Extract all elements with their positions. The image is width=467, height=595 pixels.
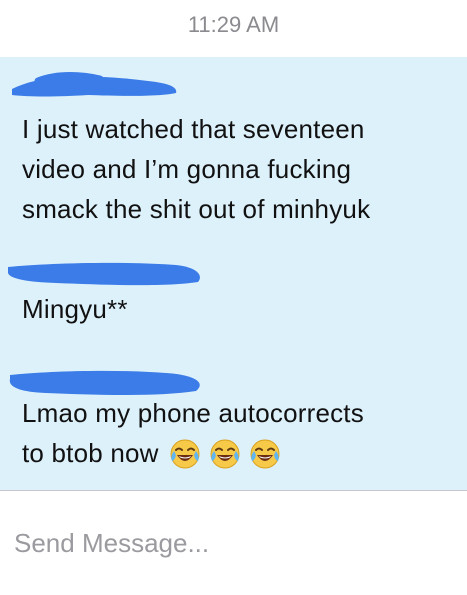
message-text: Lmao my phone autocorrects to btob now [22, 393, 457, 473]
face-with-tears-of-joy-icon [210, 439, 240, 469]
message-text: Mingyu** [22, 289, 457, 329]
redacted-sender-name [6, 255, 206, 289]
message-item: I just watched that seventeen video and … [0, 57, 467, 227]
send-message-input[interactable] [14, 521, 454, 565]
message-line: video and I’m gonna fucking [22, 154, 352, 184]
message-thread: I just watched that seventeen video and … [0, 57, 467, 490]
message-line: I just watched that seventeen [22, 114, 365, 144]
message-line: Lmao my phone autocorrects [22, 398, 364, 428]
emoji-row [169, 438, 289, 472]
message-item: Mingyu** [0, 247, 467, 347]
message-line: to btob now [22, 433, 457, 473]
message-text: I just watched that seventeen video and … [22, 109, 457, 229]
redacted-sender-name [8, 67, 183, 101]
message-line: Mingyu** [22, 294, 128, 324]
message-item: Lmao my phone autocorrects to btob now [0, 363, 467, 490]
timestamp: 11:29 AM [187, 12, 280, 37]
face-with-tears-of-joy-icon [250, 439, 280, 469]
face-with-tears-of-joy-icon [170, 439, 200, 469]
message-line-text: to btob now [22, 438, 159, 468]
message-composer [0, 491, 467, 595]
message-line: smack the shit out of minhyuk [22, 194, 371, 224]
